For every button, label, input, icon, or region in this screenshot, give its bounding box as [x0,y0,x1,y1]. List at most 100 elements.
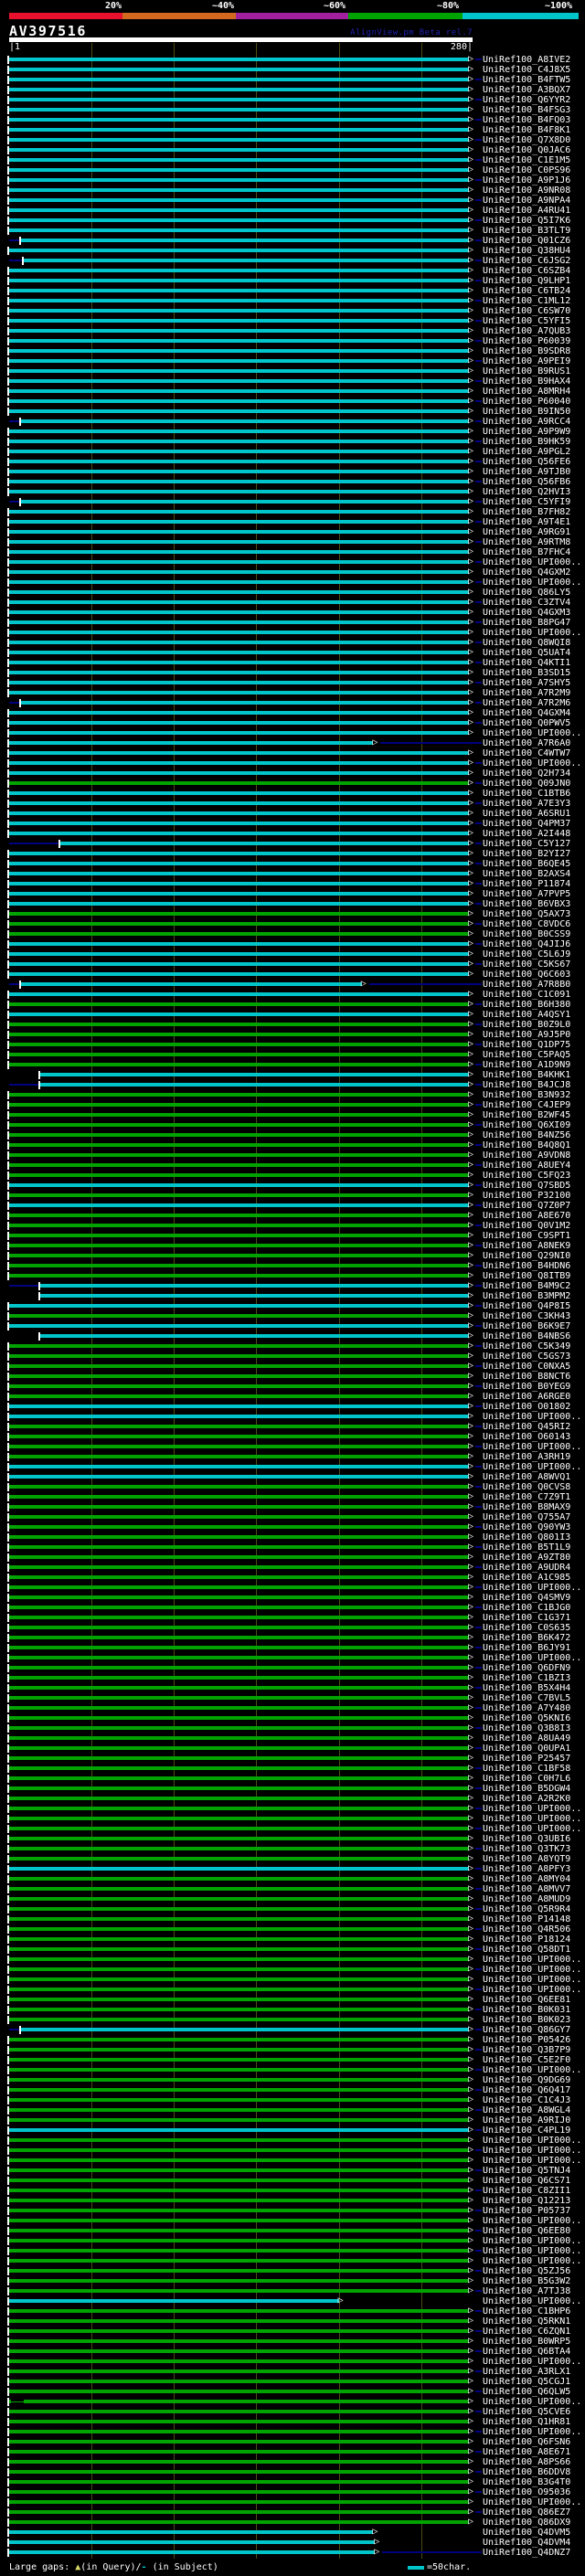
hit-label[interactable]: UniRef100_B7FH82 [483,507,570,517]
hit-label[interactable]: UniRef100_P60040 [483,397,570,407]
alignment-bar[interactable] [9,127,469,132]
alignment-bar[interactable] [9,2278,469,2283]
hit-label[interactable]: UniRef100_A3RLX1 [483,2367,570,2377]
alignment-bar[interactable] [40,1293,469,1298]
alignment-bar[interactable] [9,429,469,433]
alignment-bar[interactable] [9,1524,469,1529]
hit-label[interactable]: UniRef100_A8PFY3 [483,1864,570,1874]
hit-label[interactable]: UniRef100_Q6CS71 [483,2176,570,2186]
alignment-bar[interactable] [9,2539,376,2544]
alignment-bar[interactable] [9,1826,469,1830]
hit-label[interactable]: UniRef100_Q6Q417 [483,2085,570,2095]
alignment-bar[interactable] [9,1564,469,1569]
alignment-bar[interactable] [9,901,469,906]
hit-label[interactable]: UniRef100_C4WTW7 [483,748,570,758]
alignment-bar[interactable] [9,1363,469,1368]
hit-label[interactable]: UniRef100_A9VDN8 [483,1150,570,1161]
alignment-bar[interactable] [9,1956,469,1961]
alignment-bar[interactable] [9,680,469,684]
alignment-bar[interactable] [9,1002,469,1006]
hit-label[interactable]: UniRef100_B4FQ03 [483,115,570,125]
hit-label[interactable]: UniRef100_Q755A7 [483,1512,570,1522]
hit-label[interactable]: UniRef100_UPI000.. [483,1412,581,1422]
alignment-bar[interactable] [9,2087,469,2092]
alignment-bar[interactable] [9,800,469,805]
hit-label[interactable]: UniRef100_A7E3Y3 [483,799,570,809]
alignment-bar[interactable] [9,1494,469,1499]
alignment-bar[interactable] [9,278,469,282]
alignment-bar[interactable] [9,1233,469,1237]
hit-label[interactable]: UniRef100_UPI000.. [483,1975,581,1985]
alignment-bar[interactable] [9,589,469,594]
alignment-bar[interactable] [9,197,469,202]
hit-label[interactable]: UniRef100_UPI000.. [483,2065,581,2075]
hit-label[interactable]: UniRef100_Q5CGJ1 [483,2377,570,2387]
hit-label[interactable]: UniRef100_B2WF45 [483,1110,570,1120]
hit-label[interactable]: UniRef100_Q2H734 [483,769,570,779]
hit-label[interactable]: UniRef100_A9PEI9 [483,356,570,366]
alignment-bar[interactable] [9,1052,469,1056]
alignment-bar[interactable] [9,2338,469,2343]
hit-label[interactable]: UniRef100_A4QSY1 [483,1010,570,1020]
hit-label[interactable]: UniRef100_B4Q8Q1 [483,1140,570,1150]
alignment-bar[interactable] [9,1062,469,1066]
alignment-bar[interactable] [9,1504,469,1509]
hit-label[interactable]: UniRef100_A6SRU1 [483,809,570,819]
alignment-bar[interactable] [9,1987,469,1991]
hit-label[interactable]: UniRef100_C6SW70 [483,306,570,316]
alignment-bar[interactable] [9,459,469,463]
alignment-bar[interactable] [9,2308,469,2313]
hit-label[interactable]: UniRef100_B4NZ56 [483,1130,570,1140]
hit-label[interactable]: UniRef100_B9HK59 [483,437,570,447]
hit-label[interactable]: UniRef100_B3N932 [483,1090,570,1100]
hit-label[interactable]: UniRef100_Q6EE81 [483,1995,570,2005]
alignment-bar[interactable] [9,991,469,996]
hit-label[interactable]: UniRef100_B6VBX3 [483,899,570,909]
alignment-bar[interactable] [9,961,469,966]
alignment-bar[interactable] [9,690,469,694]
hit-label[interactable]: UniRef100_C5Y127 [483,839,570,849]
alignment-bar[interactable] [9,1464,469,1468]
alignment-bar[interactable] [9,1755,469,1760]
hit-label[interactable]: UniRef100_A9T4E1 [483,517,570,527]
alignment-bar[interactable] [9,1102,469,1107]
alignment-bar[interactable] [9,1092,469,1097]
hit-label[interactable]: UniRef100_C1BTB6 [483,789,570,799]
alignment-bar[interactable] [9,2168,469,2172]
alignment-bar[interactable] [9,1042,469,1046]
alignment-bar[interactable] [9,1313,469,1318]
alignment-bar[interactable] [9,2419,469,2423]
alignment-bar[interactable] [9,710,469,715]
alignment-bar[interactable] [9,1223,469,1227]
alignment-bar[interactable] [9,137,469,142]
hit-label[interactable]: UniRef100_C6TB24 [483,286,570,296]
hit-label[interactable]: UniRef100_B4JCJ8 [483,1080,570,1090]
hit-label[interactable]: UniRef100_A7TJ38 [483,2286,570,2296]
hit-label[interactable]: UniRef100_A9PGL2 [483,447,570,457]
alignment-bar[interactable] [9,2529,374,2534]
alignment-bar[interactable] [9,77,469,81]
hit-label[interactable]: UniRef100_A7R8B0 [483,980,570,990]
alignment-bar[interactable] [20,2027,469,2031]
alignment-bar[interactable] [9,2067,469,2072]
hit-label[interactable]: UniRef100_B5X4H4 [483,1683,570,1693]
alignment-bar[interactable] [9,2328,469,2333]
hit-label[interactable]: UniRef100_UPI000.. [483,1442,581,1452]
hit-label[interactable]: UniRef100_C3KH43 [483,1311,570,1321]
hit-label[interactable]: UniRef100_C5YFI9 [483,497,570,507]
alignment-bar[interactable] [9,1444,469,1448]
alignment-bar[interactable] [9,881,469,885]
alignment-bar[interactable] [9,2499,469,2504]
alignment-bar[interactable] [9,1554,469,1559]
hit-label[interactable]: UniRef100_A8UEY4 [483,1161,570,1171]
alignment-bar[interactable] [9,851,469,855]
hit-label[interactable]: UniRef100_UPI000.. [483,628,581,638]
alignment-bar[interactable] [9,1776,469,1780]
hit-label[interactable]: UniRef100_Q6EE80 [483,2226,570,2236]
alignment-bar[interactable] [9,650,469,654]
alignment-bar[interactable] [24,258,469,262]
alignment-bar[interactable] [9,811,469,815]
hit-label[interactable]: UniRef100_A8MUD9 [483,1894,570,1904]
hit-label[interactable]: UniRef100_Q5TNJ4 [483,2166,570,2176]
hit-label[interactable]: UniRef100_Q86EZ7 [483,2507,570,2518]
